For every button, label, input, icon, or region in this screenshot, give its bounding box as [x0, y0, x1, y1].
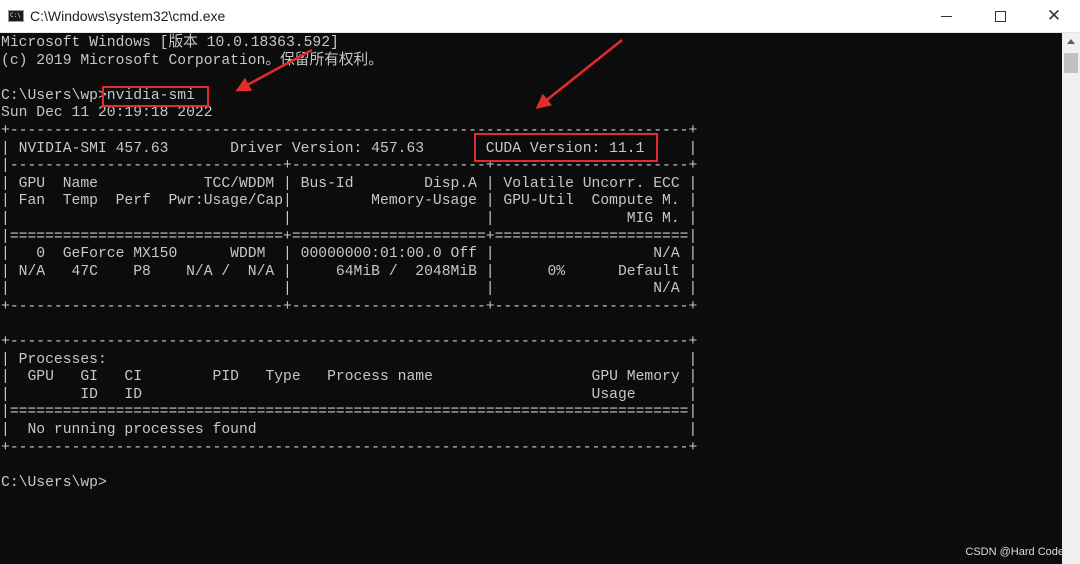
console-line: | GPU Name TCC/WDDM | Bus-Id Disp.A | Vo… [1, 175, 698, 192]
highlight-box-command [102, 86, 209, 107]
console-line: +---------------------------------------… [1, 439, 698, 456]
window-title: C:\Windows\system32\cmd.exe [30, 8, 226, 24]
console-line: +---------------------------------------… [1, 334, 698, 351]
console-line: Microsoft Windows [版本 10.0.18363.592] [1, 35, 339, 51]
console-line: | GPU GI CI PID Type Process name GPU Me… [1, 369, 698, 386]
highlight-box-cuda-version [474, 133, 658, 162]
cmd-console-icon[interactable]: C:\ [8, 10, 24, 22]
close-button[interactable]: ✕ [1028, 0, 1080, 33]
console-line: | Processes: | [1, 351, 698, 368]
scroll-up-arrow-icon[interactable] [1062, 33, 1080, 50]
console-line: C:\Users\wp> [1, 474, 107, 491]
vertical-scrollbar[interactable] [1062, 33, 1080, 564]
watermark: CSDN @Hard Code [965, 546, 1064, 558]
console-line: | Fan Temp Perf Pwr:Usage/Cap| Memory-Us… [1, 193, 698, 210]
console-line: |=======================================… [1, 404, 698, 421]
close-icon: ✕ [1046, 6, 1062, 26]
scrollbar-thumb[interactable] [1064, 53, 1078, 73]
minimize-icon [940, 16, 952, 17]
console-line: | No running processes found | [1, 422, 698, 439]
maximize-icon [994, 11, 1006, 22]
minimize-button[interactable] [920, 0, 972, 33]
console-line: | | | MIG M. | [1, 210, 698, 227]
console-line: +-------------------------------+-------… [1, 298, 698, 315]
console-line: |===============================+=======… [1, 228, 698, 245]
console-line: (c) 2019 Microsoft Corporation。保留所有权利。 [1, 52, 383, 69]
console-line: | N/A 47C P8 N/A / N/A | 64MiB / 2048MiB… [1, 263, 698, 280]
console-line: Sun Dec 11 20:19:18 2022 [1, 105, 213, 122]
console-line: | | | N/A | [1, 281, 698, 298]
title-bar[interactable]: C:\ C:\Windows\system32\cmd.exe ✕ [0, 0, 1080, 33]
console-line: | ID ID Usage | [1, 386, 698, 403]
maximize-button[interactable] [974, 0, 1026, 33]
console-output[interactable]: Microsoft Windows [版本 10.0.18363.592] (c… [0, 33, 1062, 564]
console-line: | 0 GeForce MX150 WDDM | 00000000:01:00.… [1, 246, 698, 263]
